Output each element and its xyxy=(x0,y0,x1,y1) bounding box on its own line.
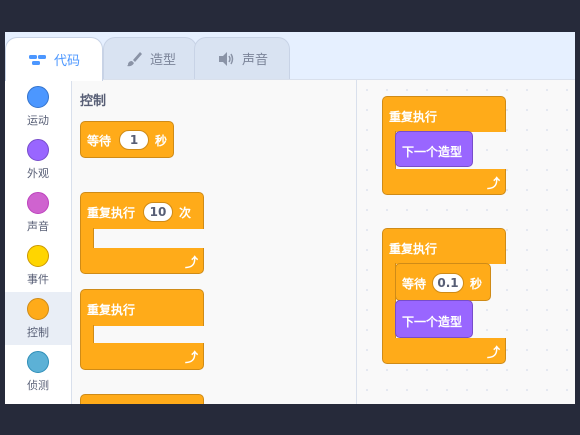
category-sound[interactable]: 声音 xyxy=(5,186,71,239)
forever-block-arm xyxy=(80,325,94,345)
motion-dot-icon xyxy=(27,86,49,108)
events-dot-icon xyxy=(27,245,49,267)
tab-sounds[interactable]: 声音 xyxy=(194,37,290,79)
tab-code-label: 代码 xyxy=(53,54,80,69)
category-sensing-label: 侦测 xyxy=(27,379,49,392)
loop-arrow-icon: ⤴ xyxy=(185,351,199,366)
palette-section-title: 控制 xyxy=(80,94,107,109)
category-motion-label: 运动 xyxy=(27,114,49,127)
category-events-label: 事件 xyxy=(27,273,49,286)
repeat-block-unit: 次 xyxy=(179,206,192,220)
category-events[interactable]: 事件 xyxy=(5,239,71,292)
sensing-dot-icon xyxy=(27,351,49,373)
code-area[interactable]: 重复执行 下一个造型 ⤴ 重复执行 等待 0.1 秒 下一个造型 ⤴ xyxy=(356,79,575,404)
script2-wait-block[interactable]: 等待 0.1 秒 xyxy=(395,263,491,301)
category-motion[interactable]: 运动 xyxy=(5,80,71,133)
script2-next-costume-label: 下一个造型 xyxy=(402,315,463,329)
script2-forever-arm xyxy=(382,263,396,339)
script1-next-costume-block[interactable]: 下一个造型 xyxy=(395,131,473,167)
script2-wait-label: 等待 xyxy=(402,277,427,291)
category-control[interactable]: 控制 xyxy=(5,292,71,345)
scratch-editor: 代码 造型 声音 运动 外观 声音 事件 控制 侦测 控制 等待 1 秒 重复执… xyxy=(5,32,575,404)
wait-seconds-input[interactable]: 1 xyxy=(119,130,149,150)
script1-next-costume-label: 下一个造型 xyxy=(402,145,463,159)
category-control-label: 控制 xyxy=(27,326,49,339)
tab-costumes[interactable]: 造型 xyxy=(103,37,197,79)
category-sensing[interactable]: 侦测 xyxy=(5,345,71,398)
loop-arrow-icon: ⤴ xyxy=(185,256,199,271)
tab-sounds-label: 声音 xyxy=(241,53,268,68)
script2-forever-label: 重复执行 xyxy=(389,242,438,256)
forever-block-label: 重复执行 xyxy=(87,303,136,317)
speaker-icon xyxy=(216,49,236,69)
script2-wait-unit: 秒 xyxy=(470,277,483,291)
script1-forever-label: 重复执行 xyxy=(389,110,438,124)
sound-dot-icon xyxy=(27,192,49,214)
looks-dot-icon xyxy=(27,139,49,161)
script1-forever-arm xyxy=(382,131,396,171)
script2-next-costume-block[interactable]: 下一个造型 xyxy=(395,300,473,338)
category-looks-label: 外观 xyxy=(27,167,49,180)
repeat-block-footer: ⤴ xyxy=(80,248,204,274)
wait-block[interactable]: 等待 1 秒 xyxy=(80,121,174,158)
category-menu: 运动 外观 声音 事件 控制 侦测 xyxy=(5,79,72,404)
repeat-block[interactable]: 重复执行 10 次 xyxy=(80,192,204,229)
loop-arrow-icon: ⤴ xyxy=(487,177,501,192)
loop-arrow-icon: ⤴ xyxy=(487,346,501,361)
script1-forever-footer: ⤴ xyxy=(382,169,506,195)
forever-block[interactable]: 重复执行 xyxy=(80,289,204,326)
partial-control-block[interactable] xyxy=(80,394,204,404)
brush-icon xyxy=(124,49,144,69)
code-icon xyxy=(28,50,48,70)
repeat-block-arm xyxy=(80,228,94,250)
block-palette: 控制 等待 1 秒 重复执行 10 次 ⤴ 重复执行 ⤴ xyxy=(72,79,356,404)
wait-block-label: 等待 xyxy=(87,134,112,148)
category-sound-label: 声音 xyxy=(27,220,49,233)
wait-block-unit: 秒 xyxy=(155,134,168,148)
forever-block-footer: ⤴ xyxy=(80,343,204,370)
script2-forever-footer: ⤴ xyxy=(382,338,506,364)
tab-code[interactable]: 代码 xyxy=(5,37,103,81)
script2-wait-seconds-input[interactable]: 0.1 xyxy=(432,273,464,293)
control-dot-icon xyxy=(27,298,49,320)
script2-forever-block[interactable]: 重复执行 xyxy=(382,228,506,264)
tab-costumes-label: 造型 xyxy=(149,53,176,68)
repeat-block-label: 重复执行 xyxy=(87,206,136,220)
category-looks[interactable]: 外观 xyxy=(5,133,71,186)
script1-forever-block[interactable]: 重复执行 xyxy=(382,96,506,132)
repeat-count-input[interactable]: 10 xyxy=(143,202,173,222)
